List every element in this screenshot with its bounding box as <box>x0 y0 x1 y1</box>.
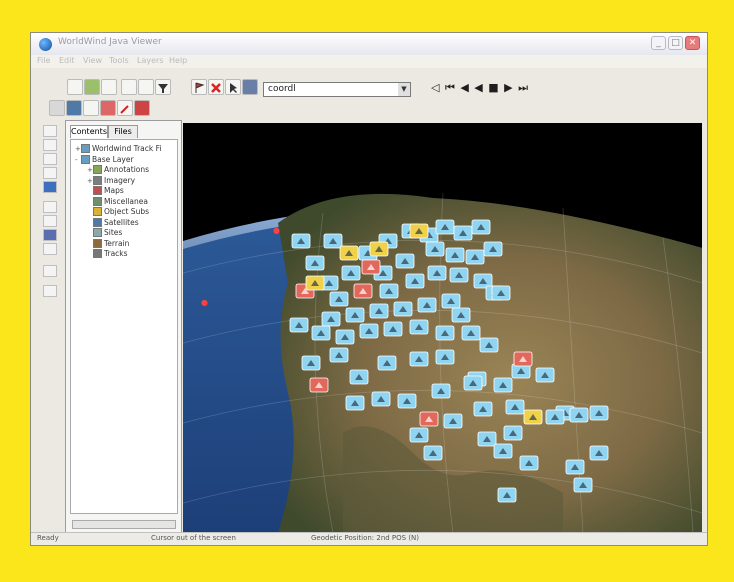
pointer-icon[interactable] <box>225 79 241 95</box>
layer-icon <box>81 154 90 164</box>
tree-node[interactable]: Maps <box>87 186 124 195</box>
location-combo[interactable]: coordl ▼ <box>263 82 411 97</box>
chevron-down-icon[interactable]: ▼ <box>398 83 410 96</box>
layer-icon <box>93 186 102 195</box>
monitor-icon[interactable] <box>66 100 82 116</box>
flag-icon[interactable] <box>191 79 207 95</box>
status-cursor: Cursor out of the screen <box>151 534 236 542</box>
tree-node[interactable]: + Imagery <box>87 175 136 185</box>
save-button[interactable] <box>101 79 117 95</box>
menu-file[interactable]: File <box>37 56 50 65</box>
pin-icon[interactable] <box>117 100 133 116</box>
tab-contents[interactable]: Contents <box>70 125 108 138</box>
menu-edit[interactable]: Edit <box>59 56 75 65</box>
layer-icon <box>93 249 102 258</box>
tool-6-button[interactable] <box>43 215 57 227</box>
tree-node[interactable]: + Annotations <box>87 165 149 174</box>
menu-tools[interactable]: Tools <box>109 56 129 65</box>
layer-tree: + Worldwind Track Fi - Base Layer + Annotatio… <box>70 139 178 514</box>
layer-icon <box>93 217 102 227</box>
cut-button[interactable] <box>121 79 137 95</box>
arrow-icon[interactable] <box>83 100 99 116</box>
zoom-icon[interactable] <box>43 201 57 213</box>
tree-node-label: Base Layer <box>92 154 134 164</box>
tree-node[interactable]: Object Subs <box>87 207 149 216</box>
window-title: WorldWind Java Viewer <box>58 37 162 47</box>
tool-8-button[interactable] <box>43 243 57 255</box>
tree-node-label: Sites <box>104 228 123 237</box>
marker-icon[interactable] <box>100 100 116 116</box>
tree-node[interactable]: - Base Layer <box>75 154 134 164</box>
layer-icon[interactable] <box>242 79 258 95</box>
minimize-button[interactable]: _ <box>651 36 666 50</box>
new-button[interactable] <box>67 79 83 95</box>
globe-view[interactable]: ● ● <box>183 123 702 533</box>
svg-text:●: ● <box>201 298 208 307</box>
layer-icon <box>81 144 90 153</box>
title-bar: WorldWind Java Viewer _ □ ✕ <box>31 33 707 55</box>
tree-node-label: Terrain <box>104 238 130 248</box>
tree-node[interactable]: + Worldwind Track Fi <box>75 144 161 153</box>
tool-2-button[interactable] <box>43 139 57 151</box>
tab-files[interactable]: Files <box>108 125 138 138</box>
tree-node-label: Satellites <box>104 217 139 227</box>
layer-icon <box>93 175 102 185</box>
tool-9-button[interactable] <box>43 265 57 277</box>
delete-icon[interactable] <box>208 79 224 95</box>
layer-icon <box>93 207 102 216</box>
tree-node-label: Annotations <box>104 165 150 174</box>
horizontal-scrollbar[interactable] <box>72 520 176 529</box>
location-combo-value: coordl <box>268 84 296 94</box>
tree-node-label: Tracks <box>104 249 128 258</box>
menu-bar: File Edit View Tools Layers Help <box>31 55 707 68</box>
status-position: Geodetic Position: 2nd POS (N) <box>311 534 420 542</box>
status-ready: Ready <box>37 534 59 542</box>
contents-panel: Contents Files + Worldwind Track Fi - Base … <box>65 120 182 535</box>
left-tool-strip <box>41 125 65 525</box>
tree-node[interactable]: Tracks <box>87 249 128 258</box>
tree-node[interactable]: Terrain <box>87 238 130 248</box>
maximize-button[interactable]: □ <box>668 36 683 50</box>
tool-7-button[interactable] <box>43 229 57 241</box>
tree-node-label: Imagery <box>104 175 136 185</box>
copy-button[interactable] <box>138 79 154 95</box>
tool-3-button[interactable] <box>43 153 57 165</box>
tree-node[interactable]: Satellites <box>87 217 139 227</box>
layer-icon <box>93 196 102 206</box>
layer-icon <box>93 238 102 248</box>
tree-node-label: Worldwind Track Fi <box>92 144 162 153</box>
playback-controls[interactable]: ◁ ⏮ ◀ ◀ ■ ▶ ⏭ <box>431 81 529 98</box>
grid-icon[interactable] <box>49 100 65 116</box>
tree-node-label: Miscellanea <box>104 196 148 206</box>
filter-icon[interactable] <box>155 79 171 95</box>
tool-1-button[interactable] <box>43 125 57 137</box>
menu-help[interactable]: Help <box>169 56 187 65</box>
tree-node[interactable]: Miscellanea <box>87 196 148 206</box>
globe-app-icon <box>39 38 52 51</box>
tool-4-button[interactable] <box>43 167 57 179</box>
open-button[interactable] <box>84 79 100 95</box>
menu-layers[interactable]: Layers <box>137 56 163 65</box>
layer-icon <box>93 228 102 237</box>
svg-text:●: ● <box>273 226 280 235</box>
menu-view[interactable]: View <box>83 56 102 65</box>
status-bar: Ready Cursor out of the screen Geodetic … <box>31 532 707 545</box>
tree-node-label: Object Subs <box>104 207 149 216</box>
application-window: WorldWind Java Viewer _ □ ✕ File Edit Vi… <box>30 32 708 546</box>
tree-node-label: Maps <box>104 186 124 195</box>
tool-10-button[interactable] <box>43 285 57 297</box>
globe-tool-button[interactable] <box>43 181 57 193</box>
tree-node[interactable]: Sites <box>87 228 122 237</box>
grid-red-icon[interactable] <box>134 100 150 116</box>
close-button[interactable]: ✕ <box>685 36 700 50</box>
layer-icon <box>93 165 102 174</box>
